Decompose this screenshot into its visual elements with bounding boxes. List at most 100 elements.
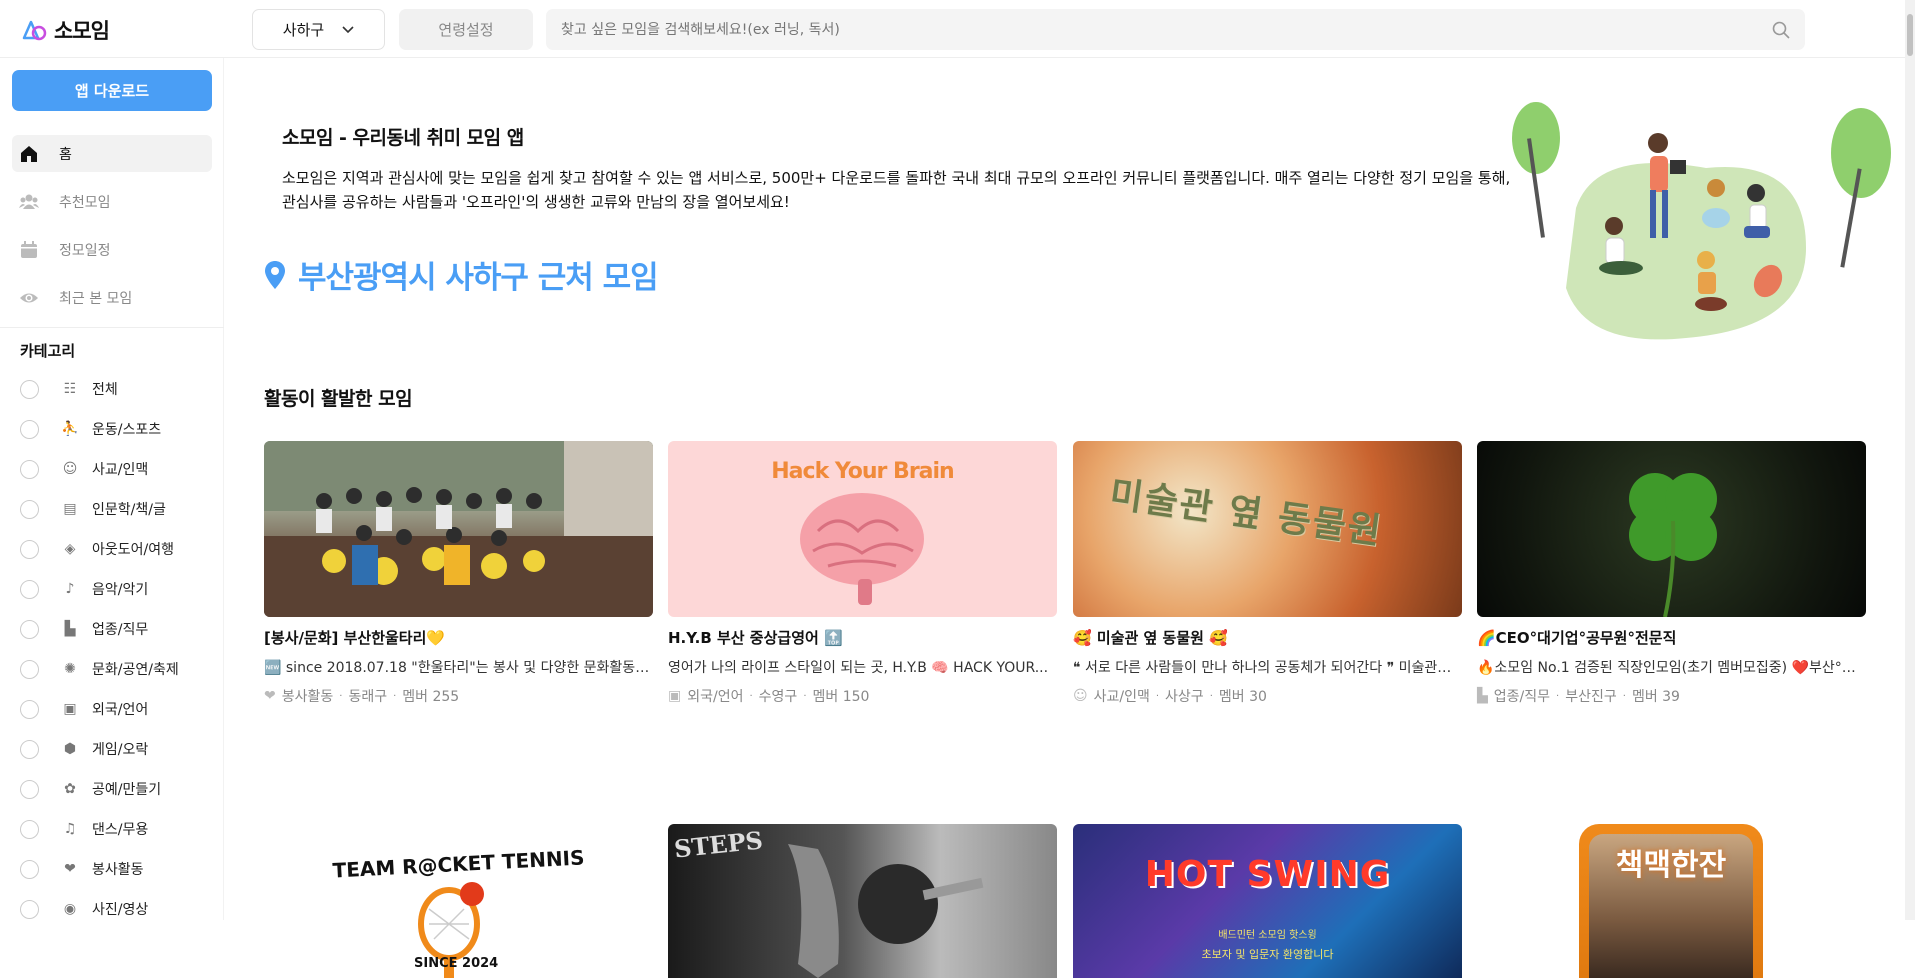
radio[interactable] [20,819,39,839]
search-input[interactable] [561,21,1772,38]
home-icon [21,145,37,162]
category-item-humanities[interactable]: ▤ 인문학/책/글 [20,496,166,522]
sports-icon: ⛹ [61,421,79,437]
meeting-card-image[interactable]: STEPS [668,824,1057,978]
category-item-social[interactable]: ☺ 사교/인맥 [20,456,148,482]
radio[interactable] [20,419,39,439]
category-item-game[interactable]: ⬢ 게임/오락 [20,736,148,762]
category-label: 인문학/책/글 [92,502,166,518]
meeting-card[interactable]: 🌈CEO°대기업°공무원°전문직 🔥소모임 No.1 검증된 직장인모임(초기 … [1477,441,1866,706]
category-label: 업종/직무 [92,622,149,638]
meeting-card[interactable]: Hack Your Brain H.Y.B 부산 중상급영어 🔝 영어가 나의 … [668,441,1057,706]
category-label: 아웃도어/여행 [92,542,174,558]
location-heading-text: 부산광역시 사하구 근처 모임 [298,260,659,296]
meeting-card-image[interactable]: TEAM R@CKET TENNIS SINCE 2024 [264,824,653,978]
sidebar-item-schedule[interactable]: 정모일정 [12,231,212,268]
radio[interactable] [20,619,39,639]
radio[interactable] [20,499,39,519]
meeting-card-image[interactable]: HOT SWING 배드민턴 소모임 핫스윙 초보자 및 입문자 환영합니다 [1073,824,1462,978]
radio[interactable] [20,379,39,399]
scrollbar-thumb[interactable] [1907,14,1913,56]
card-image[interactable]: 미술관 옆 동물원 [1073,441,1462,617]
group-icon [19,194,39,209]
category-item-volunteer[interactable]: ❤ 봉사활동 [20,856,144,882]
radio[interactable] [20,739,39,759]
search-bar[interactable] [546,9,1805,50]
age-setting-button[interactable]: 연령설정 [399,9,533,50]
radio[interactable] [20,859,39,879]
logo[interactable]: 소모임 [20,15,110,45]
clover-illustration [1629,473,1717,617]
card-members: 멤버 30 [1218,689,1267,705]
radio[interactable] [20,699,39,719]
category-item-photo[interactable]: ◉ 사진/영상 [20,896,148,922]
card-image[interactable]: Hack Your Brain [668,441,1057,617]
category-label: 문화/공연/축제 [92,662,179,678]
card-category: 봉사활동 [281,689,334,705]
list-icon: ☷ [63,381,77,397]
logo-icon [22,20,47,41]
radio[interactable] [20,579,39,599]
tennis-racket-illustration [418,882,484,978]
category-label: 외국/언어 [92,702,149,718]
card-title[interactable]: 🌈CEO°대기업°공무원°전문직 [1477,627,1866,648]
app-download-button[interactable]: 앱 다운로드 [12,70,212,111]
category-item-outdoor[interactable]: ◈ 아웃도어/여행 [20,536,174,562]
radio[interactable] [20,659,39,679]
hand-heart-icon: ❤ [64,861,76,877]
meeting-card[interactable]: [봉사/문화] 부산한울타리💛 🆕 since 2018.07.18 "한울타리… [264,441,653,706]
card-members: 멤버 39 [1631,689,1680,705]
sidebar-item-recommended[interactable]: 추천모임 [12,183,212,220]
building-icon: ▙ [64,621,76,637]
book-icon: ▤ [63,501,77,517]
category-label: 음악/악기 [92,582,149,598]
category-item-dance[interactable]: ♫ 댄스/무용 [20,816,148,842]
card-image-text: 책맥한잔 [1615,848,1727,883]
category-item-craft[interactable]: ✿ 공예/만들기 [20,776,161,802]
category-item-sports[interactable]: ⛹ 운동/스포츠 [20,416,161,442]
sidebar: 앱 다운로드 홈 추천모임 정모일정 최근 본 모임 카테고리 ☷ 전체 ⛹ 운동/… [0,58,224,920]
radio[interactable] [20,779,39,799]
building-icon: ▙ [1477,688,1488,704]
radio[interactable] [20,539,39,559]
card-image-subtext: 배드민턴 소모임 핫스윙 [1218,930,1317,941]
hero-description: 소모임은 지역과 관심사에 맞는 모임을 쉽게 찾고 참여할 수 있는 앱 서비… [282,169,1511,211]
meeting-card[interactable]: 미술관 옆 동물원 🥰 미술관 옆 동물원 🥰 ❝ 서로 다른 사람들이 만나 … [1073,441,1462,706]
beer-glass-image: 책맥한잔 [1579,824,1763,978]
sidebar-item-home[interactable]: 홈 [12,135,212,172]
saxophone-player-photo [788,844,984,978]
category-label: 공예/만들기 [92,782,162,798]
scrollbar[interactable] [1905,0,1915,920]
group-photo [264,441,653,617]
craft-icon: ✿ [64,781,76,797]
radio[interactable] [20,459,39,479]
region-select[interactable]: 사하구 [252,9,385,50]
palette-icon: ✺ [64,661,76,677]
card-title[interactable]: 🥰 미술관 옆 동물원 🥰 [1073,627,1462,648]
category-label: 봉사활동 [92,862,144,878]
category-item-all[interactable]: ☷ 전체 [20,376,118,402]
sidebar-item-recent[interactable]: 최근 본 모임 [12,279,212,316]
search-icon[interactable] [1772,21,1790,39]
card-image-text: HOT SWING [1144,854,1391,895]
language-icon: ▣ [63,701,77,717]
camera-icon: ◉ [63,901,77,917]
card-category: 외국/언어 [687,689,744,705]
card-title[interactable]: [봉사/문화] 부산한울타리💛 [264,627,653,648]
category-item-job[interactable]: ▙ 업종/직무 [20,616,148,642]
card-image[interactable] [1477,441,1866,617]
chevron-down-icon [342,25,354,33]
location-heading: 부산광역시 사하구 근처 모임 [264,252,659,297]
card-description: 🔥소모임 No.1 검증된 직장인모임(초기 멤버모집중) ❤️부산°울... [1477,660,1866,676]
meeting-card-image[interactable]: 책맥한잔 [1477,824,1866,978]
card-description: ❝ 서로 다른 사람들이 만나 하나의 공동체가 되어간다 ❞ 미술관이... [1073,660,1462,676]
card-category: 사교/인맥 [1093,689,1150,705]
card-image[interactable] [264,441,653,617]
category-item-music[interactable]: ♪ 음악/악기 [20,576,148,602]
divider [0,327,224,328]
card-members: 멤버 255 [402,689,460,705]
category-item-language[interactable]: ▣ 외국/언어 [20,696,148,722]
radio[interactable] [20,899,39,919]
category-item-culture[interactable]: ✺ 문화/공연/축제 [20,656,179,682]
card-title[interactable]: H.Y.B 부산 중상급영어 🔝 [668,627,1057,648]
